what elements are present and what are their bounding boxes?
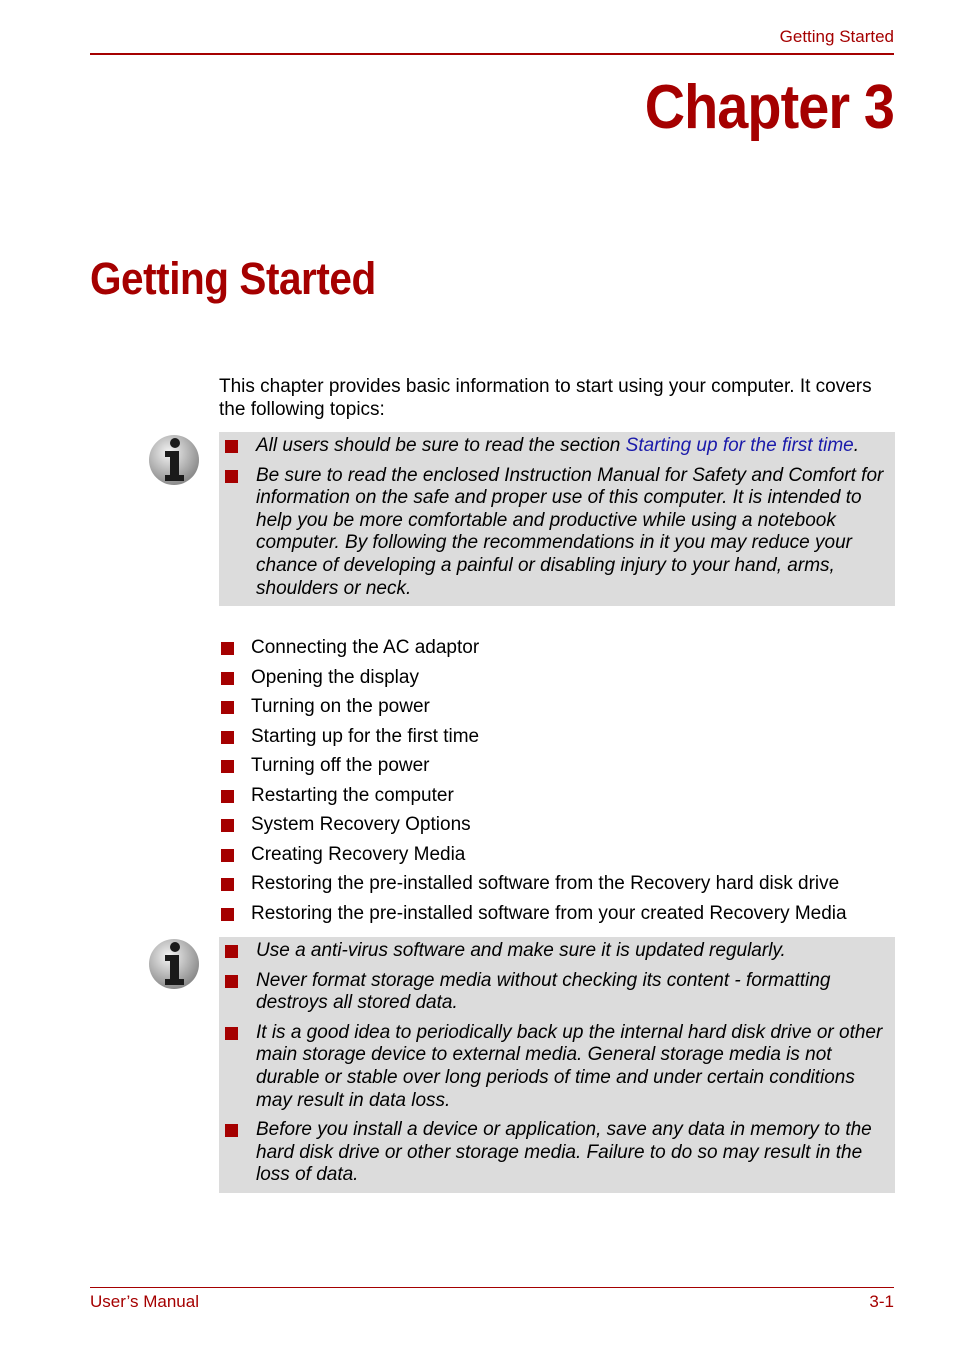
intro-paragraph: This chapter provides basic information … <box>219 376 872 420</box>
list-item-text: Restoring the pre-installed software fro… <box>251 902 847 924</box>
bullet-icon <box>221 819 234 832</box>
note-box-1: All users should be sure to read the sec… <box>219 432 895 607</box>
note-item: Before you install a device or applicati… <box>219 1119 887 1187</box>
list-item: System Recovery Options <box>219 813 847 843</box>
list-item-text: Restarting the computer <box>251 784 454 806</box>
footer-rule <box>90 1287 894 1288</box>
list-item-text: Turning on the power <box>251 696 430 717</box>
bullet-icon <box>221 907 234 921</box>
note-item: Be sure to read the enclosed Instruction… <box>219 465 887 601</box>
bullet-icon <box>221 701 234 714</box>
section-title: Getting Started <box>90 253 376 304</box>
footer-manual-title: User’s Manual <box>90 1292 199 1311</box>
note-item: It is a good idea to periodically back u… <box>219 1022 887 1112</box>
list-item: Opening the display <box>219 666 847 696</box>
bullet-icon <box>225 1026 238 1040</box>
bullet-icon <box>221 730 234 744</box>
list-item-text: System Recovery Options <box>251 814 471 835</box>
bullet-icon <box>225 1124 238 1138</box>
bullet-icon <box>225 974 238 988</box>
list-item: Restoring the pre-installed software fro… <box>219 872 847 902</box>
note-box-2: Use a anti-virus software and make sure … <box>219 937 895 1193</box>
info-icon <box>149 939 199 989</box>
list-item: Restarting the computer <box>219 784 847 814</box>
list-item: Turning on the power <box>219 695 847 725</box>
list-item-text: Restoring the pre-installed software fro… <box>251 873 840 894</box>
note-text: Be sure to read the enclosed Instruction… <box>256 464 884 599</box>
note-text: Never format storage media without check… <box>256 969 831 1014</box>
page-number: 3-1 <box>869 1292 894 1311</box>
note-item: All users should be sure to read the sec… <box>219 435 887 458</box>
bullet-icon <box>221 760 234 773</box>
info-icon <box>149 435 199 485</box>
bullet-icon <box>221 642 234 655</box>
list-item-text: Starting up for the first time <box>251 725 480 747</box>
note-text: Use a anti-virus software and make sure … <box>256 940 786 961</box>
note-text-end: . <box>853 435 860 456</box>
list-item: Turning off the power <box>219 754 847 784</box>
list-item: Creating Recovery Media <box>219 843 847 873</box>
list-item: Connecting the AC adaptor <box>219 636 847 666</box>
bullet-icon <box>225 469 238 483</box>
bullet-icon <box>221 671 234 685</box>
header-rule <box>90 53 894 55</box>
topic-list: Connecting the AC adaptor Opening the di… <box>219 636 847 931</box>
note-item: Never format storage media without check… <box>219 970 887 1015</box>
list-item-text: Turning off the power <box>251 755 430 776</box>
note-text: Before you install a device or applicati… <box>256 1119 872 1186</box>
note-text: All users should be sure to read the sec… <box>256 435 626 456</box>
bullet-icon <box>225 440 238 453</box>
list-item-text: Connecting the AC adaptor <box>251 637 480 658</box>
bullet-icon <box>221 789 234 803</box>
bullet-icon <box>221 848 234 862</box>
list-item: Starting up for the first time <box>219 725 847 755</box>
cross-reference-link[interactable]: Starting up for the first time <box>626 435 854 456</box>
running-header: Getting Started <box>779 27 894 46</box>
bullet-icon <box>225 945 238 958</box>
list-item-text: Creating Recovery Media <box>251 843 466 865</box>
note-item: Use a anti-virus software and make sure … <box>219 940 887 963</box>
list-item-text: Opening the display <box>251 666 419 688</box>
chapter-label: Chapter 3 <box>644 73 895 142</box>
note-text: It is a good idea to periodically back u… <box>256 1021 883 1111</box>
bullet-icon <box>221 878 234 891</box>
list-item: Restoring the pre-installed software fro… <box>219 902 847 932</box>
